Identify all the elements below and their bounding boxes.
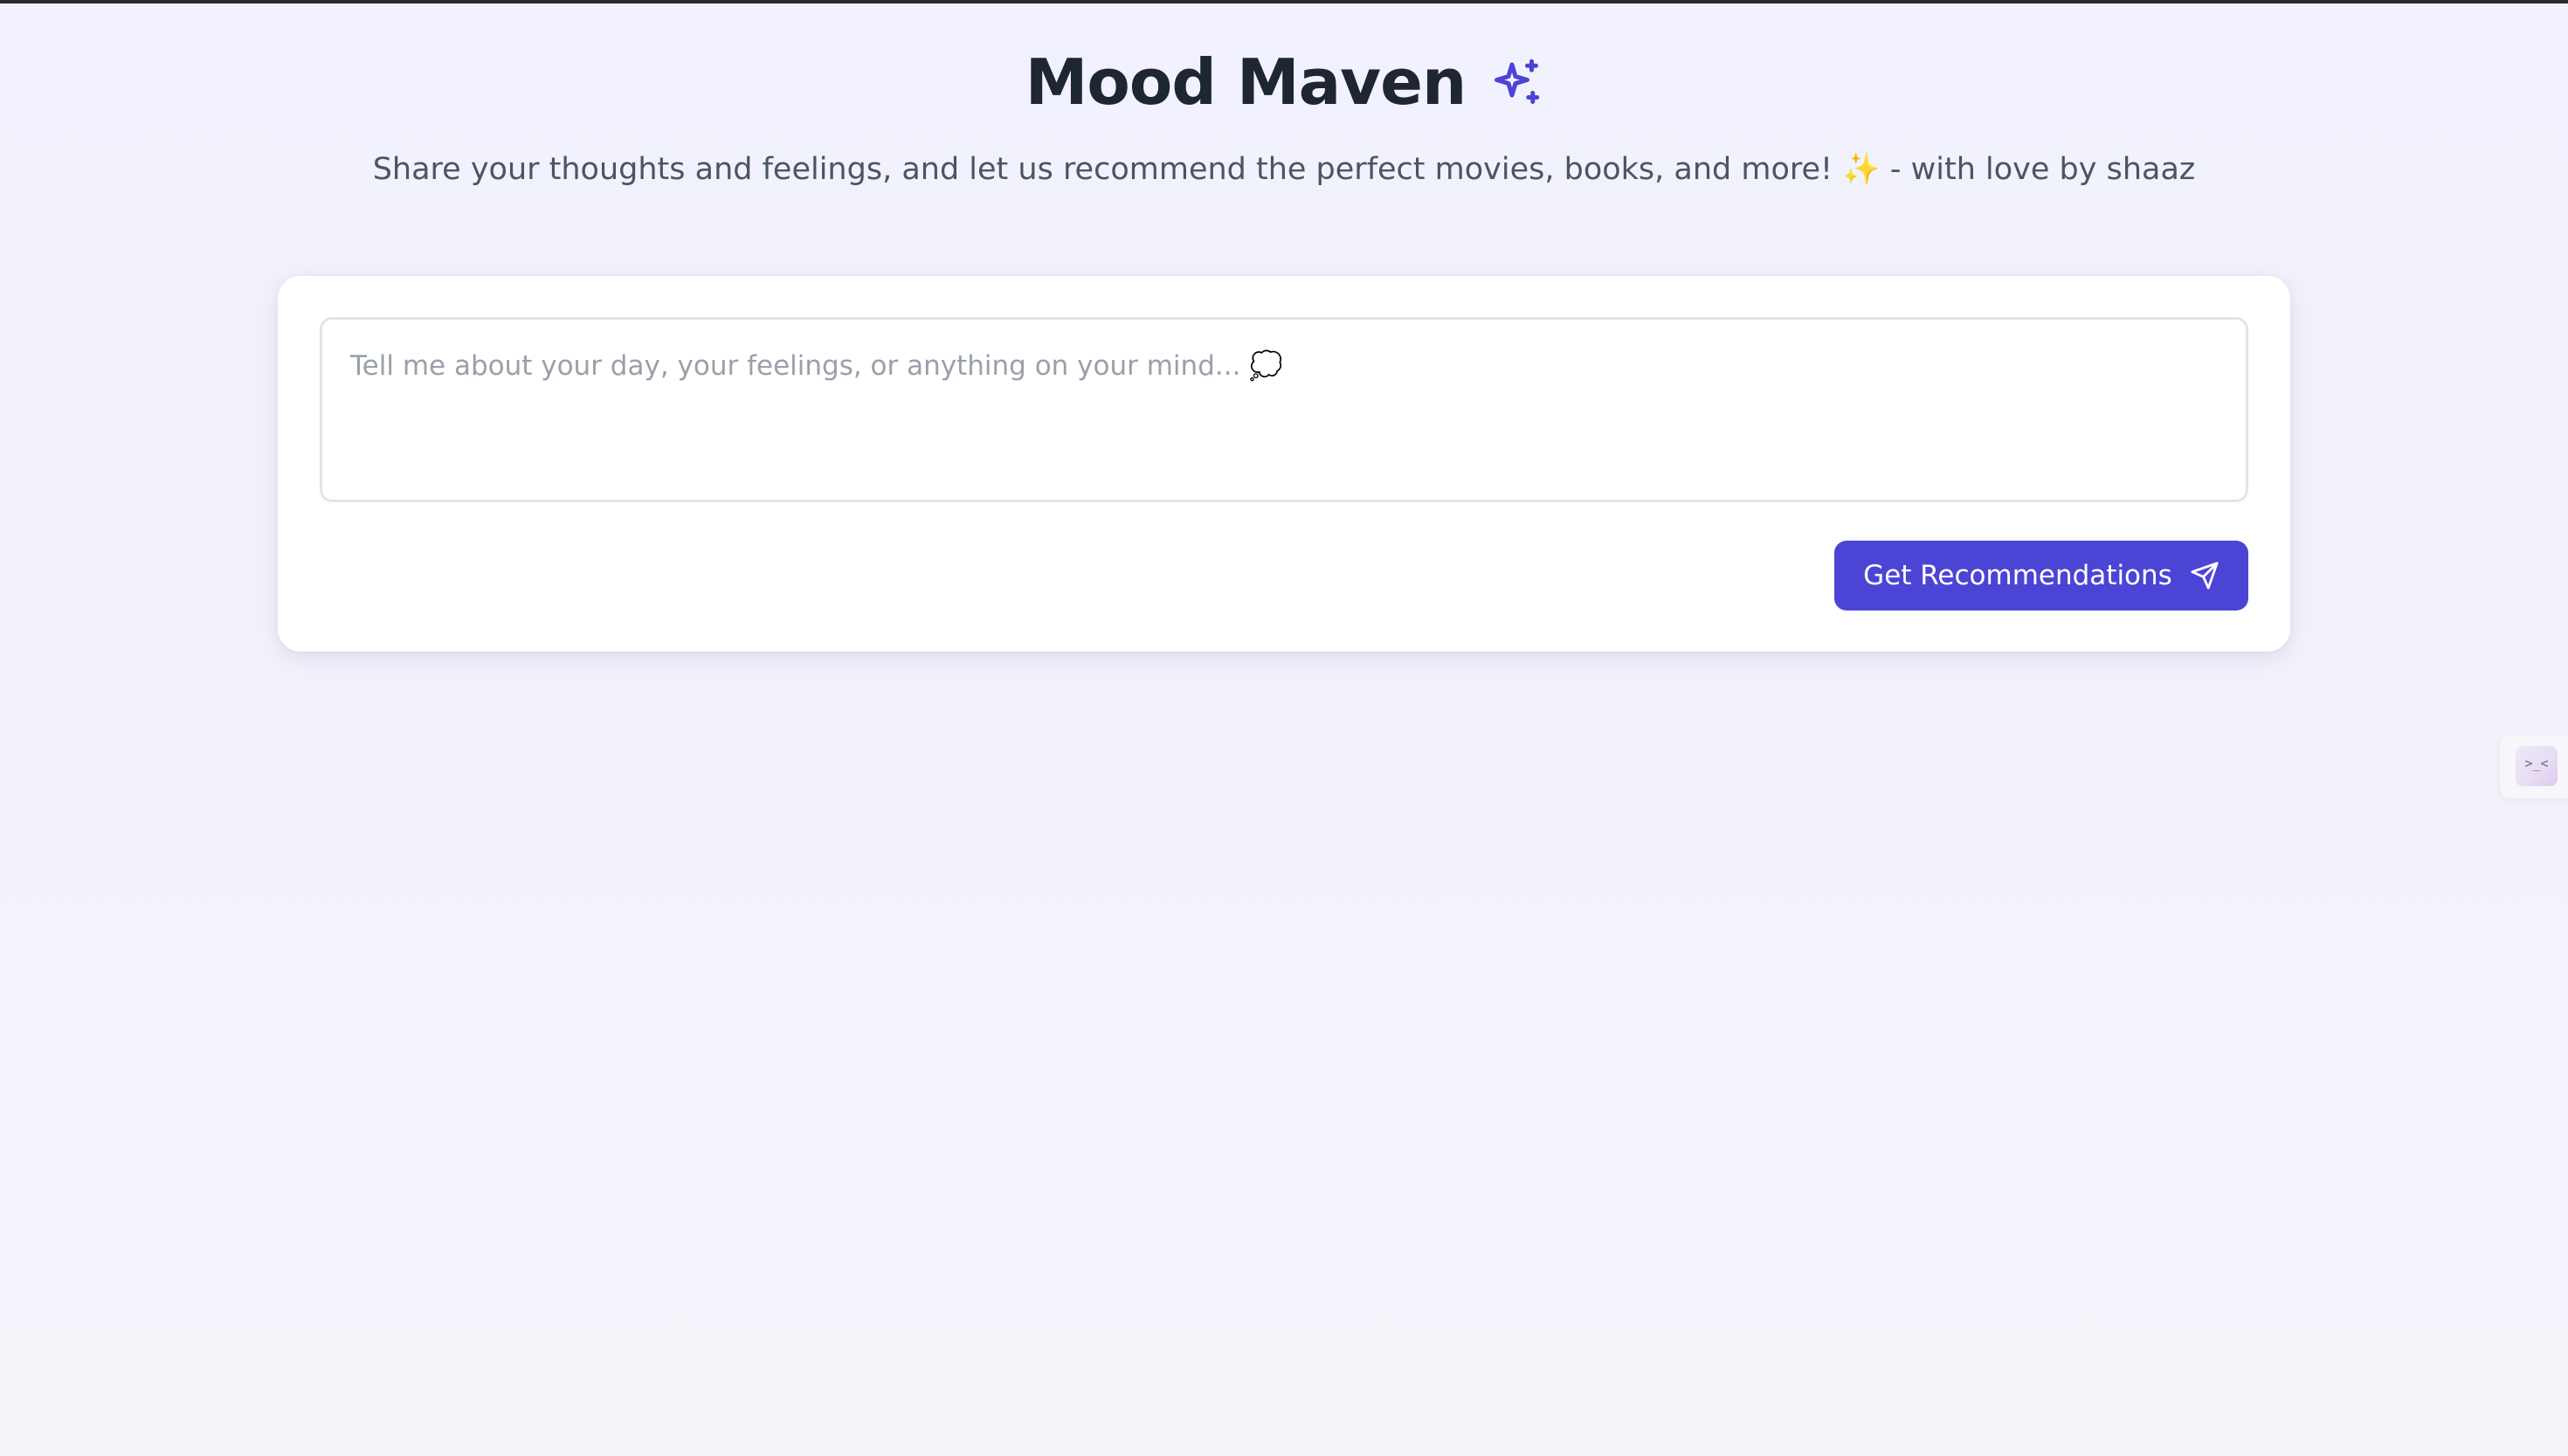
- page-subtitle: Share your thoughts and feelings, and le…: [372, 152, 2196, 187]
- sparkles-icon: [1490, 56, 1543, 108]
- send-icon: [2190, 561, 2219, 590]
- window-top-border: [0, 0, 2568, 3]
- title-row: Mood Maven: [0, 42, 2568, 122]
- page-header: Mood Maven Share your thoughts and feeli…: [0, 42, 2568, 190]
- mood-input[interactable]: [320, 317, 2248, 502]
- page-title: Mood Maven: [1025, 45, 1467, 119]
- side-widget-tab[interactable]: >_<: [2500, 735, 2568, 798]
- mood-form-card: Get Recommendations: [278, 276, 2290, 652]
- face-icon[interactable]: >_<: [2516, 746, 2558, 786]
- get-recommendations-button[interactable]: Get Recommendations: [1834, 541, 2248, 611]
- get-recommendations-label: Get Recommendations: [1863, 560, 2172, 591]
